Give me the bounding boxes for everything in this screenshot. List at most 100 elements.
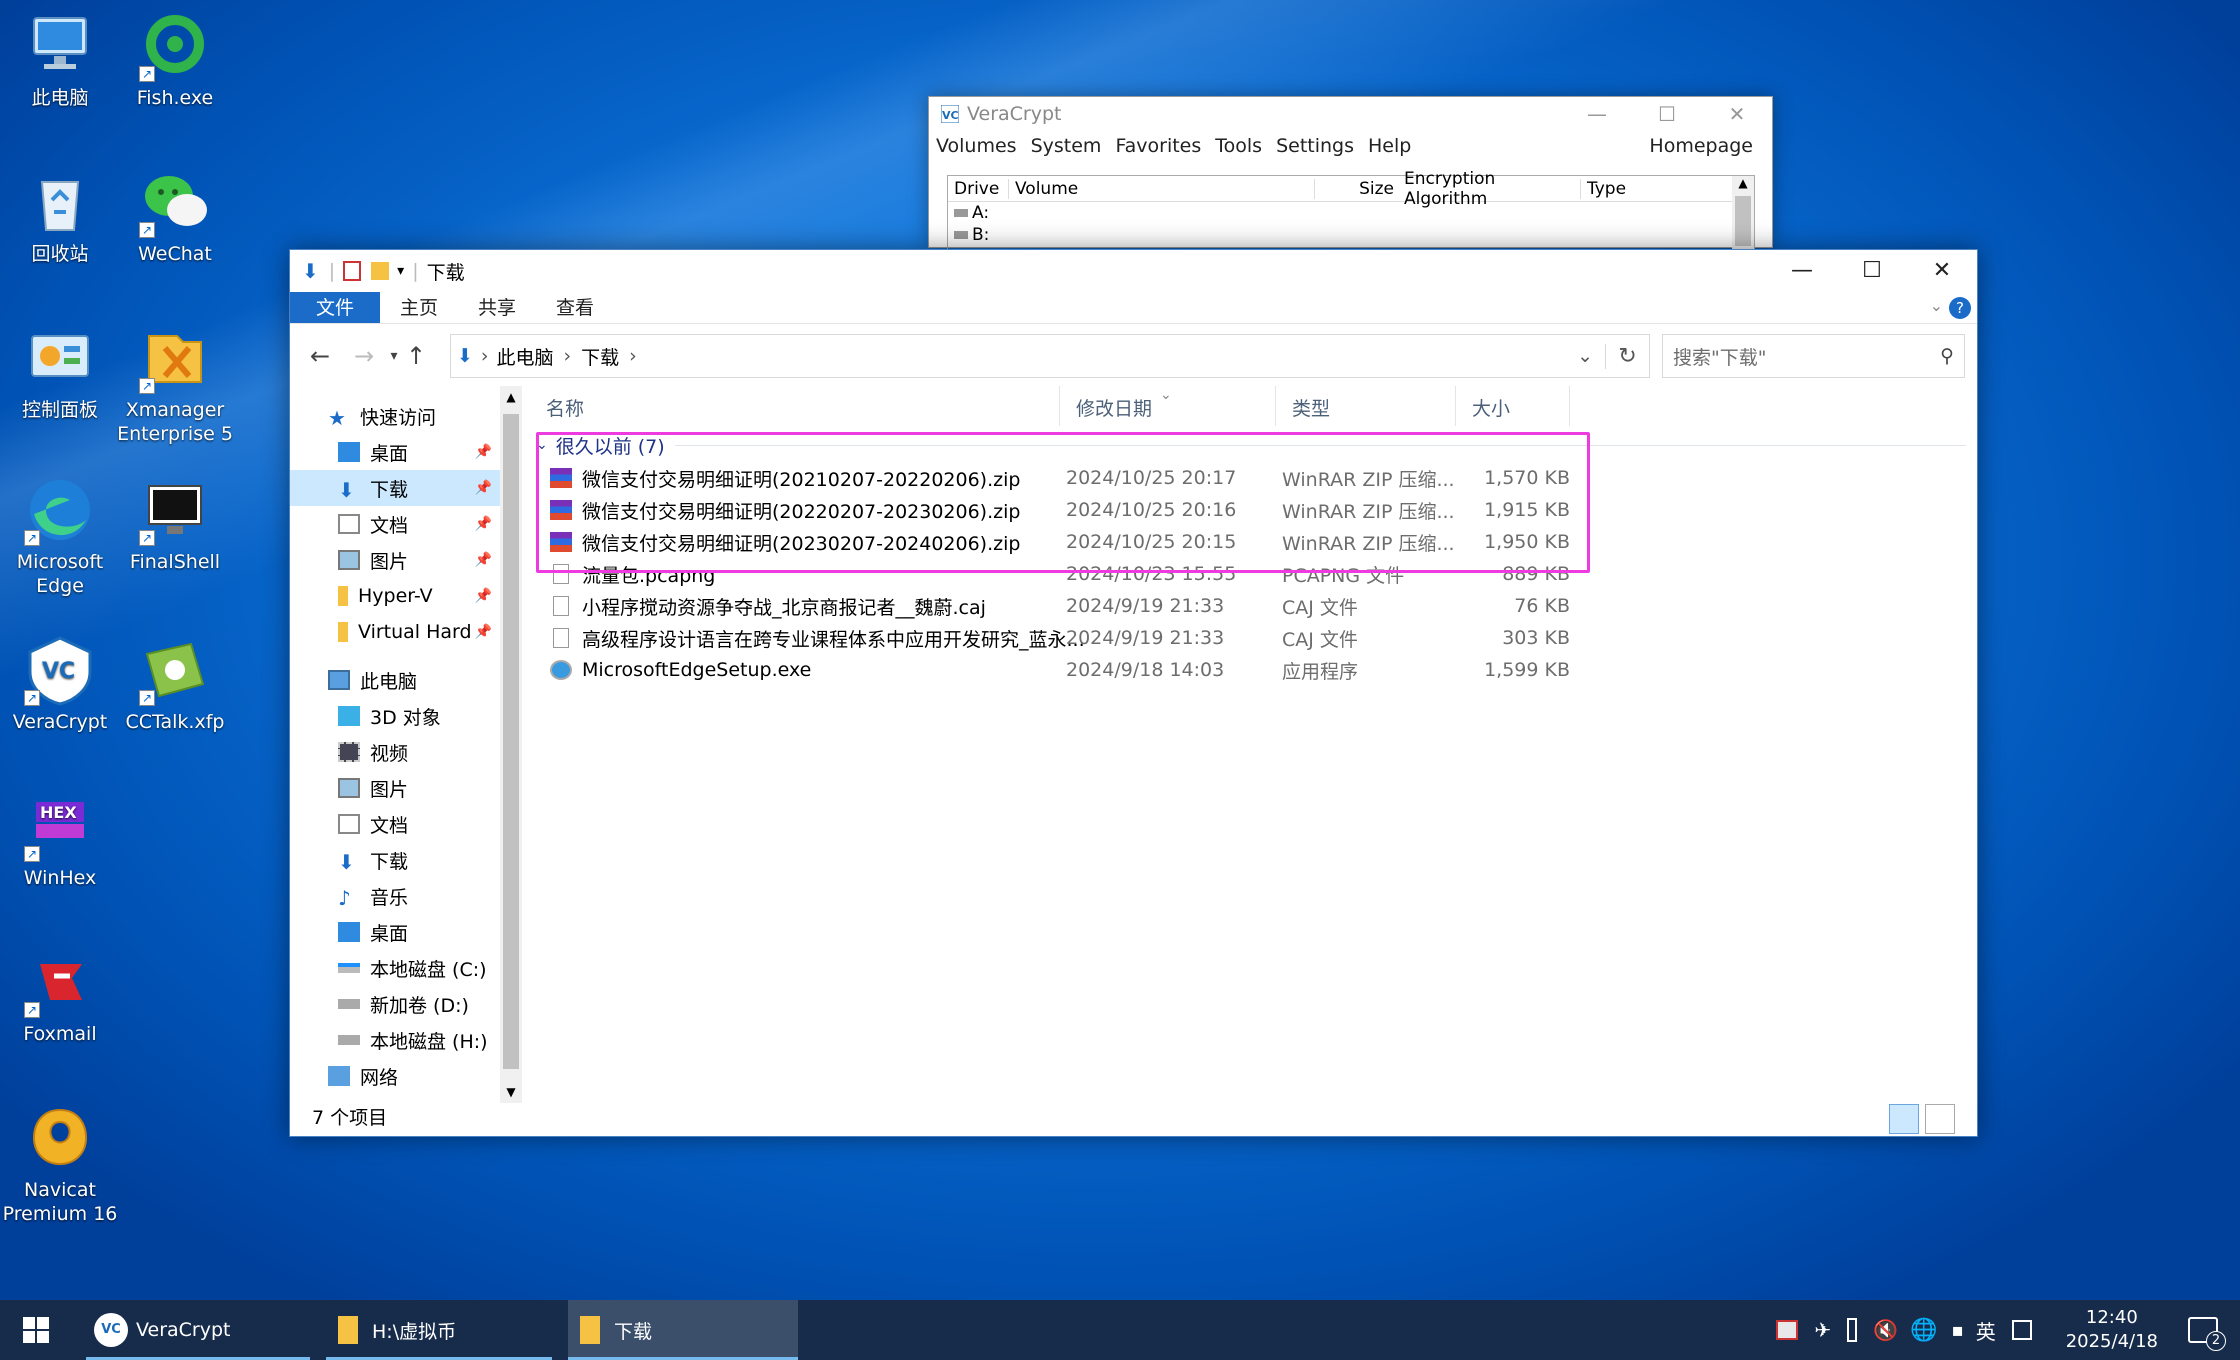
desktop-icon-control-panel[interactable]: 控制面板 xyxy=(0,322,120,422)
column-name[interactable]: 名称 xyxy=(530,386,1060,426)
nav-item-downloads-pc[interactable]: ⬇ 下载 xyxy=(290,842,500,878)
col-type[interactable]: Type xyxy=(1580,178,1730,199)
taskbar-item-folder-h[interactable]: H:\虚拟币 xyxy=(326,1300,552,1360)
minimize-button[interactable]: — xyxy=(1767,250,1837,292)
file-row[interactable]: 高级程序设计语言在跨专业课程体系中应用开发研究_蓝永... 2024/9/19 … xyxy=(550,622,1570,654)
breadcrumb-arrow-icon[interactable]: › xyxy=(481,345,489,367)
col-encryption[interactable]: Encryption Algorithm xyxy=(1400,169,1580,209)
help-icon[interactable]: ? xyxy=(1949,297,1971,319)
col-drive[interactable]: Drive xyxy=(948,179,1008,199)
nav-item-pictures[interactable]: 图片 📌 xyxy=(290,542,500,578)
tab-share[interactable]: 共享 xyxy=(458,292,536,323)
minimize-button[interactable]: — xyxy=(1562,97,1632,131)
file-row[interactable]: MicrosoftEdgeSetup.exe 2024/9/18 14:03 应… xyxy=(550,654,1570,686)
navigation-pane-scrollbar[interactable]: ▲ ▼ xyxy=(500,386,522,1103)
nav-item-virtual-hard[interactable]: Virtual Hard 📌 xyxy=(290,614,500,650)
back-button[interactable]: ← xyxy=(300,334,340,378)
notification-bell-icon[interactable]: ▪ xyxy=(1952,1320,1964,1341)
tab-file[interactable]: 文件 xyxy=(290,292,381,323)
breadcrumb-arrow-icon[interactable]: › xyxy=(564,345,572,367)
nav-item-drive-c[interactable]: 本地磁盘 (C:) xyxy=(290,950,500,986)
desktop-icon-cctalk[interactable]: ↗ CCTalk.xfp xyxy=(115,634,235,734)
nav-quick-access[interactable]: ★ 快速访问 xyxy=(290,398,500,434)
nav-item-music[interactable]: ♪ 音乐 xyxy=(290,878,500,914)
close-button[interactable]: ✕ xyxy=(1702,97,1772,131)
drive-list-scrollbar[interactable]: ▲ xyxy=(1732,176,1754,256)
nav-item-drive-d[interactable]: 新加卷 (D:) xyxy=(290,986,500,1022)
scroll-down-icon[interactable]: ▼ xyxy=(500,1081,522,1103)
volume-muted-icon[interactable]: 🔇 xyxy=(1873,1318,1898,1342)
action-center-icon[interactable]: 2 xyxy=(2188,1317,2226,1351)
desktop-icon-recycle-bin[interactable]: 回收站 xyxy=(0,166,120,266)
ime-indicator[interactable]: 英 xyxy=(1976,1316,1996,1345)
details-view-icon[interactable] xyxy=(1889,1104,1919,1134)
address-bar[interactable]: ⬇ › 此电脑 › 下载 › ⌄ ↻ xyxy=(450,334,1650,378)
desktop-icon-xmanager[interactable]: ↗ Xmanager Enterprise 5 xyxy=(115,322,235,446)
scroll-up-icon[interactable]: ▲ xyxy=(500,386,522,408)
nav-network[interactable]: 网络 xyxy=(290,1058,500,1094)
file-row[interactable]: 小程序搅动资源争夺战_北京商报记者__魏蔚.caj 2024/9/19 21:3… xyxy=(550,590,1570,622)
file-row[interactable]: 微信支付交易明细证明(20220207-20230206).zip 2024/1… xyxy=(550,494,1570,526)
column-type[interactable]: 类型 xyxy=(1276,386,1456,426)
menu-system[interactable]: System xyxy=(1024,135,1109,157)
ime-mode-icon[interactable] xyxy=(2011,1320,2032,1340)
refresh-icon[interactable]: ↻ xyxy=(1605,343,1649,369)
maximize-button[interactable]: ☐ xyxy=(1632,97,1702,131)
drive-row[interactable]: B: xyxy=(948,224,1754,246)
close-button[interactable]: ✕ xyxy=(1907,250,1977,292)
taskbar-item-veracrypt[interactable]: VC VeraCrypt xyxy=(86,1300,310,1360)
up-button[interactable]: ↑ xyxy=(396,334,436,378)
chevron-down-icon[interactable]: ⌄ xyxy=(536,437,548,453)
nav-item-desktop-pc[interactable]: 桌面 xyxy=(290,914,500,950)
column-date[interactable]: 修改日期 ⌄ xyxy=(1060,386,1276,426)
tray-app-icon[interactable] xyxy=(1776,1320,1799,1340)
chevron-down-icon[interactable]: ▾ xyxy=(397,263,404,279)
group-header[interactable]: ⌄ 很久以前 (7) xyxy=(536,428,1966,462)
tab-home[interactable]: 主页 xyxy=(380,292,458,323)
breadcrumb-this-pc[interactable]: 此电脑 xyxy=(497,343,554,370)
nav-item-hyper-v[interactable]: Hyper-V 📌 xyxy=(290,578,500,614)
menu-favorites[interactable]: Favorites xyxy=(1108,135,1208,157)
properties-icon[interactable] xyxy=(343,261,362,281)
nav-item-pictures-pc[interactable]: 图片 xyxy=(290,770,500,806)
file-row[interactable]: 流量包.pcapng 2024/10/23 15:55 PCAPNG 文件 88… xyxy=(550,558,1570,590)
col-size[interactable]: Size xyxy=(1314,178,1400,199)
scroll-thumb[interactable] xyxy=(503,414,519,1069)
desktop-icon-foxmail[interactable]: ↗ Foxmail xyxy=(0,946,120,1046)
veracrypt-window[interactable]: VC VeraCrypt — ☐ ✕ Volumes System Favori… xyxy=(928,96,1773,256)
desktop-icon-edge[interactable]: ↗ Microsoft Edge xyxy=(0,474,120,598)
globe-network-icon[interactable]: 🌐 xyxy=(1910,1318,1937,1343)
nav-item-videos[interactable]: 视频 xyxy=(290,734,500,770)
explorer-titlebar[interactable]: ⬇ | ▾ | 下载 — ☐ ✕ xyxy=(290,250,1977,292)
nav-item-documents-pc[interactable]: 文档 xyxy=(290,806,500,842)
desktop-icon-veracrypt[interactable]: VC ↗ VeraCrypt xyxy=(0,634,120,734)
file-row[interactable]: 微信支付交易明细证明(20210207-20220206).zip 2024/1… xyxy=(550,462,1570,494)
desktop-icon-finalshell[interactable]: ↗ FinalShell xyxy=(115,474,235,574)
desktop-icon-this-pc[interactable]: 此电脑 xyxy=(0,10,120,110)
scroll-up-icon[interactable]: ▲ xyxy=(1732,176,1754,190)
desktop-icon-navicat[interactable]: Navicat Premium 16 xyxy=(0,1102,120,1226)
breadcrumb-downloads[interactable]: 下载 xyxy=(581,343,619,370)
nav-item-3d-objects[interactable]: 3D 对象 xyxy=(290,698,500,734)
nav-item-documents[interactable]: 文档 📌 xyxy=(290,506,500,542)
column-size[interactable]: 大小 xyxy=(1456,386,1570,426)
scroll-thumb[interactable] xyxy=(1735,196,1751,246)
col-volume[interactable]: Volume xyxy=(1008,178,1314,199)
new-folder-icon[interactable] xyxy=(371,262,390,280)
address-dropdown-icon[interactable]: ⌄ xyxy=(1577,345,1593,367)
breadcrumb-arrow-icon[interactable]: › xyxy=(629,345,637,367)
nav-item-downloads[interactable]: ⬇ 下载 📌 xyxy=(290,470,500,506)
menu-settings[interactable]: Settings xyxy=(1269,135,1361,157)
ribbon-expand-icon[interactable]: ⌄ xyxy=(1930,296,1943,315)
menu-help[interactable]: Help xyxy=(1361,135,1418,157)
start-button[interactable] xyxy=(0,1300,72,1360)
search-input[interactable]: 搜索"下载" ⚲ xyxy=(1662,334,1965,378)
desktop-icon-fish[interactable]: ↗ Fish.exe xyxy=(115,10,235,110)
tray-network-device-icon[interactable]: ✈ xyxy=(1814,1318,1831,1342)
tab-view[interactable]: 查看 xyxy=(536,292,614,323)
large-icons-view-icon[interactable] xyxy=(1925,1104,1955,1134)
nav-item-desktop[interactable]: 桌面 📌 xyxy=(290,434,500,470)
homepage-link[interactable]: Homepage xyxy=(1642,135,1760,157)
maximize-button[interactable]: ☐ xyxy=(1837,250,1907,292)
nav-item-drive-h[interactable]: 本地磁盘 (H:) xyxy=(290,1022,500,1058)
